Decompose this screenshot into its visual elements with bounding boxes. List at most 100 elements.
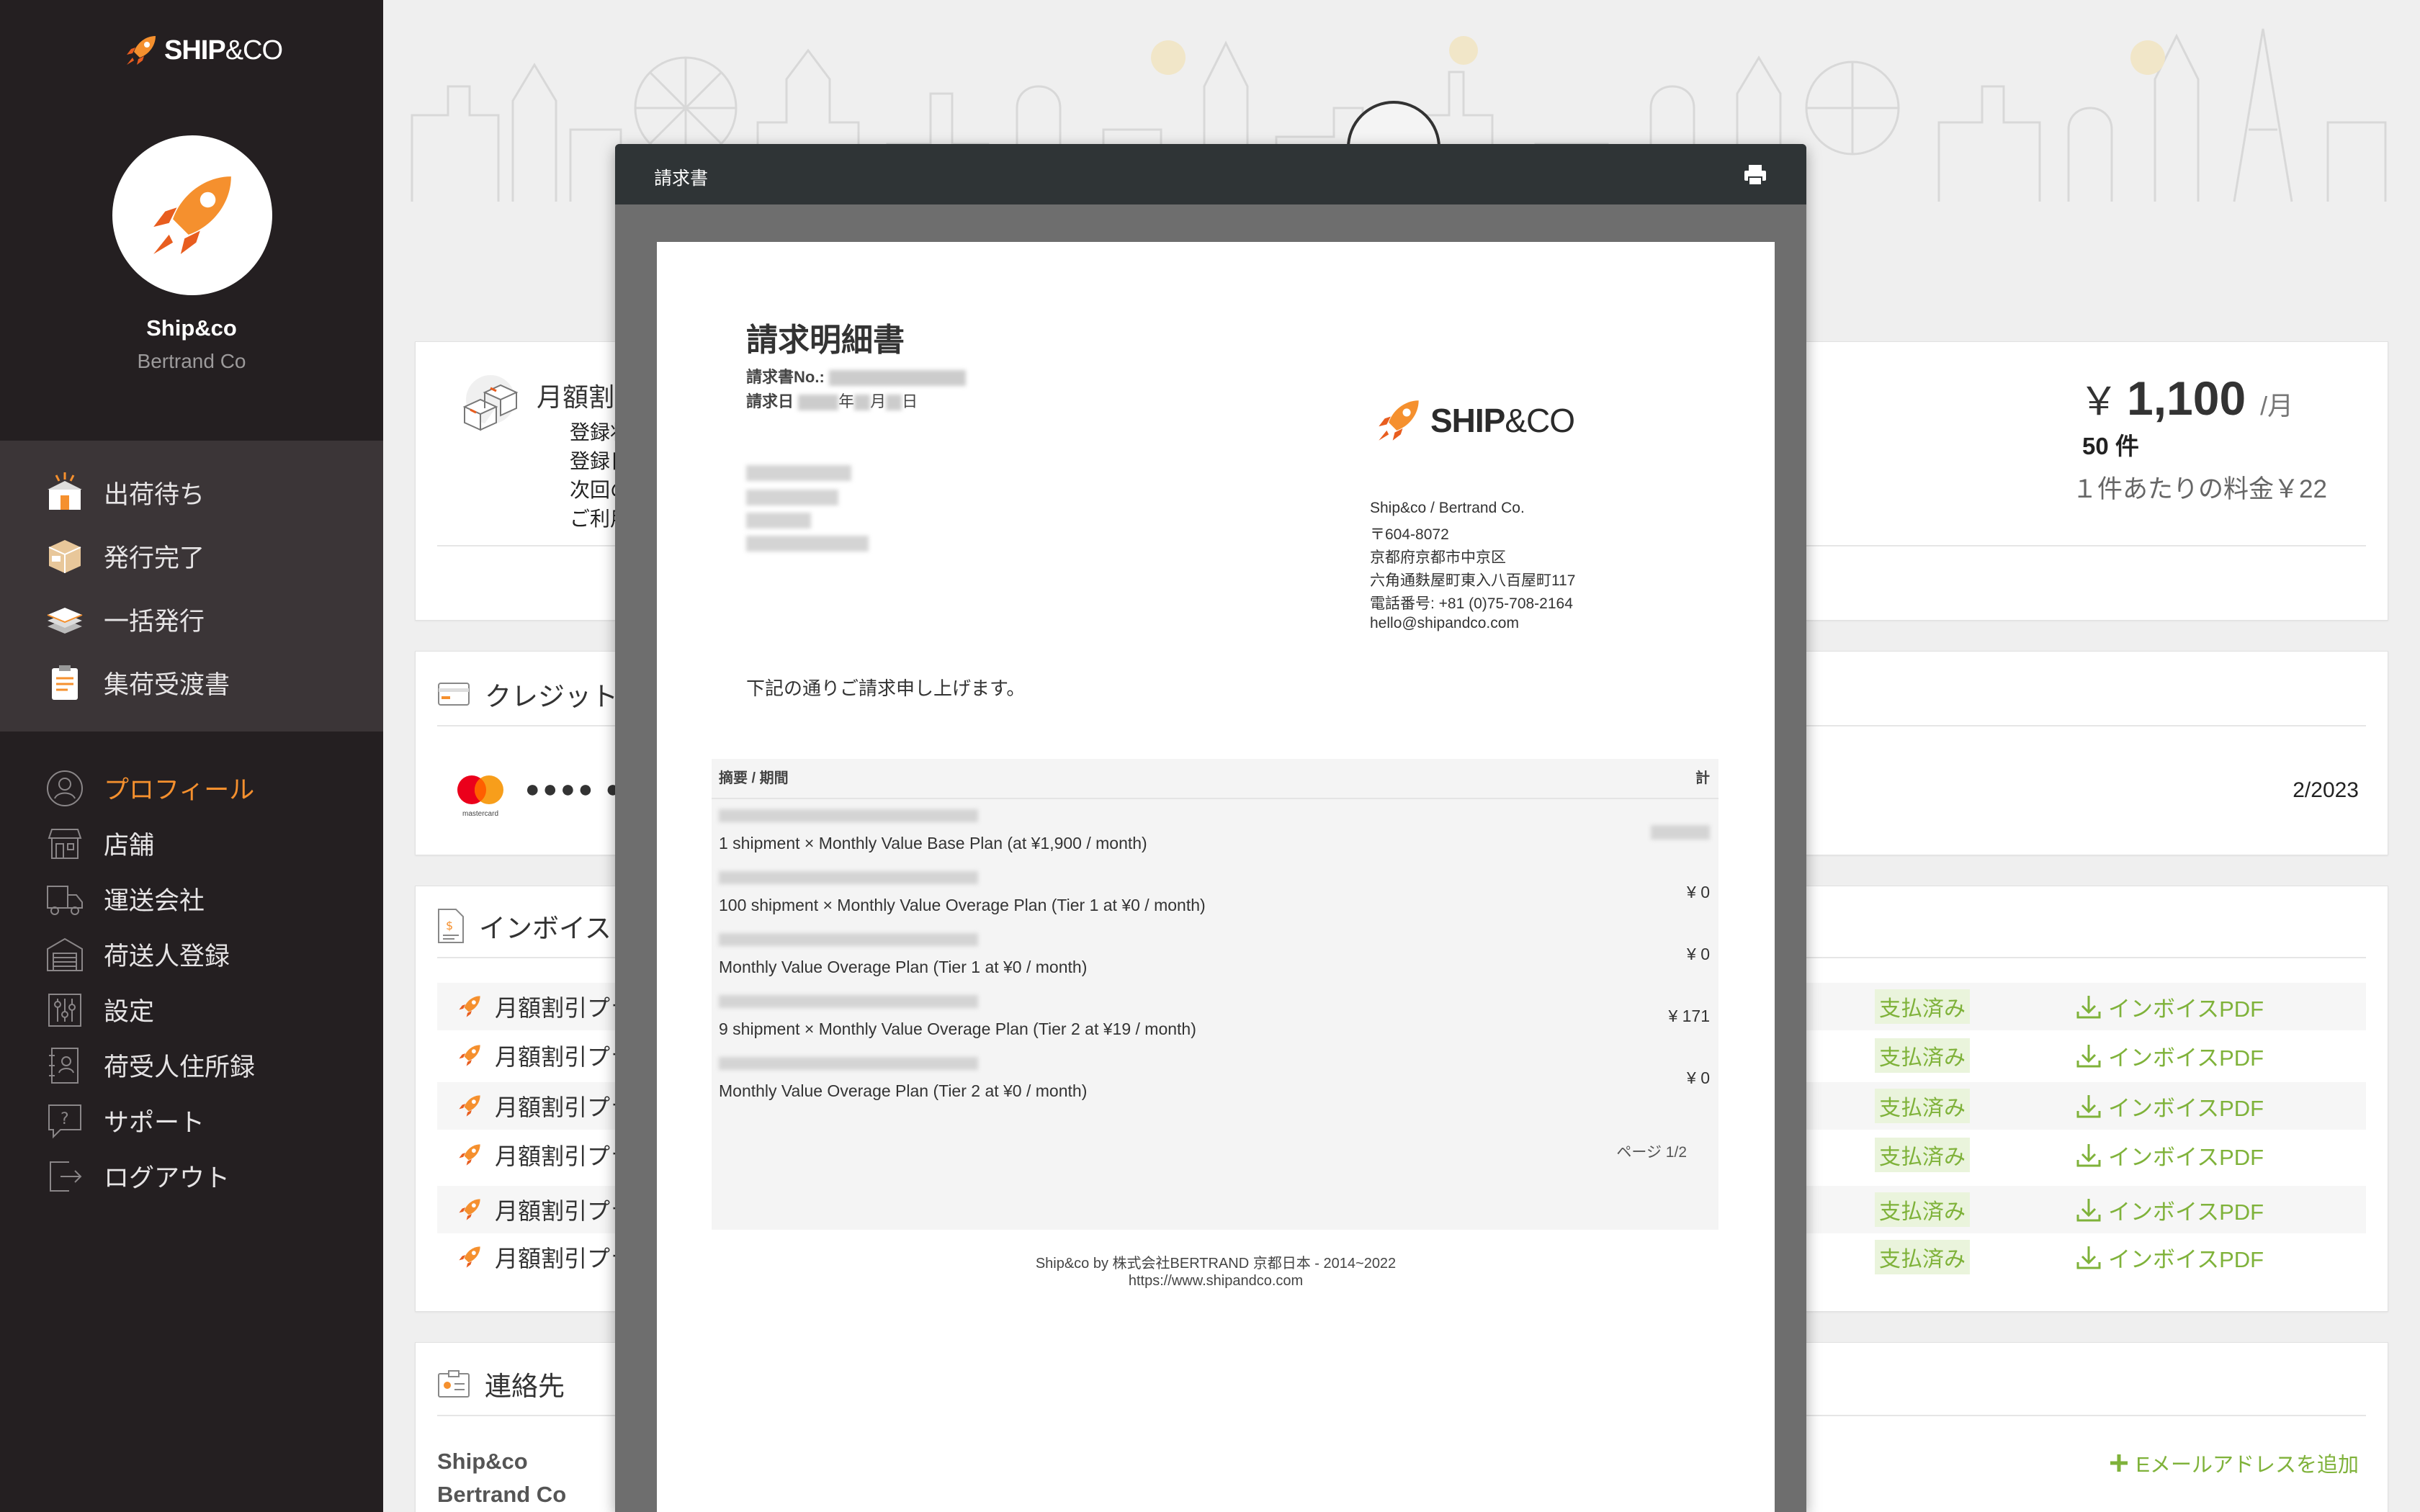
sidebar-item-label: ログアウト [104,1164,230,1192]
redacted-value [854,395,871,411]
sidebar-item-address-book[interactable]: 荷受人住所録 [0,1038,383,1093]
invoice-pdf-link[interactable]: インボイスPDF [2075,991,2264,1023]
support-icon: ? [42,1098,88,1144]
invoice-pdf-link[interactable]: インボイスPDF [2075,1194,2264,1226]
redacted-address-line [746,513,811,528]
sidebar-item-support[interactable]: ? サポート [0,1093,383,1148]
invoice-pdf-link[interactable]: インボイスPDF [2075,1040,2264,1072]
rocket-icon [459,1199,480,1220]
account-menu: プロフィール 店舗 運送会社 荷送人登録 設定 荷受人住所録 ? サポート ログ… [0,760,383,1204]
shipment-box-icon [42,469,88,516]
stack-icon [42,596,88,642]
sidebar-item-label: 集荷受渡書 [104,670,230,699]
avatar[interactable] [112,135,272,295]
invoice-name: 月額割引プラ [495,1143,634,1169]
price-amount: 1,100 [2127,372,2246,425]
add-email-button[interactable]: Eメールアドレスを追加 [2109,1448,2359,1478]
redacted-address-line [746,490,838,505]
sidebar-item-label: 出荷待ち [104,480,205,509]
plan-title: 月額割 [537,382,615,412]
invoice-pdf-label: インボイスPDF [2108,1095,2264,1121]
sidebar-item-settings[interactable]: 設定 [0,982,383,1038]
sidebar-item-label: 設定 [104,998,155,1026]
sidebar-item-pickup[interactable]: 集荷受渡書 [0,651,383,714]
svg-text:?: ? [60,1110,69,1128]
address-line: 電話番号: +81 (0)75-708-2164 [1370,595,1573,612]
mastercard-logo-icon: mastercard [457,775,503,818]
line-item-description: Monthly Value Overage Plan (Tier 1 at ¥0… [719,958,1088,976]
address-line: 六角通麩屋町東入八百屋町117 [1370,572,1576,589]
rocket-icon [459,1246,480,1268]
invoice-pdf-link[interactable]: インボイスPDF [2075,1090,2264,1122]
plan-price: ￥ 1,100 /月 [2079,369,2293,426]
mastercard-text: mastercard [462,810,498,818]
line-item-amount: ¥ 0 [1687,883,1710,901]
modal-header: 請求書 [615,144,1806,204]
user-company: Bertrand Co [137,350,246,372]
rocket-icon [459,1095,480,1117]
invoice-pdf-link[interactable]: インボイスPDF [2075,1139,2264,1171]
sidebar-item-label: 店舗 [104,832,155,860]
contact-company: Bertrand Co [437,1482,567,1507]
document-heading: 請求明細書 [746,323,905,358]
paid-badge: 支払済み [1875,1138,1970,1172]
shipping-menu: 出荷待ち 発行完了 一括発行 集荷受渡書 [0,441,383,732]
divider [712,798,1718,799]
credit-card-title: クレジット [485,682,618,711]
address-line: Ship&co / Bertrand Co. [1370,500,1525,516]
redacted-address-line [746,536,869,552]
address-line: 京都府京都市中京区 [1370,549,1506,566]
invoice-pdf-label: インボイスPDF [2108,1246,2264,1272]
sidebar-item-shippers[interactable]: 荷送人登録 [0,927,383,982]
redacted-amount [1651,825,1710,840]
logout-icon [42,1153,88,1200]
modal-title: 請求書 [654,168,709,189]
rocket-icon [459,1045,480,1066]
sidebar-item-bulk[interactable]: 一括発行 [0,588,383,651]
document-logo: SHIP&CO [1373,395,1575,446]
card-expiry: 2/2023 [2293,778,2359,802]
rocket-logo-icon [127,36,156,65]
invoice-date: 請求日 年月日 [746,389,918,412]
invoice-pdf-label: インボイスPDF [2108,1144,2264,1170]
invoice-document: 請求明細書 請求書No.: 請求日 年月日 SHIP&CO Ship&co / … [657,242,1775,1512]
invoice-name: 月額割引プラ [495,1094,634,1120]
invoice-number: 請求書No.: [746,364,966,387]
invoice-modal: 請求書 請求明細書 請求書No.: 請求日 年月日 SHIP&CO Ship&c… [615,144,1806,1512]
sidebar-item-carriers[interactable]: 運送会社 [0,871,383,927]
address-line: hello@shipandco.com [1370,615,1519,631]
shipandco-logo[interactable]: SHIP&CO [122,32,283,69]
sidebar-item-label: 荷送人登録 [104,942,230,971]
store-icon [42,821,88,867]
sidebar-item-profile[interactable]: プロフィール [0,760,383,816]
redacted-value [798,395,839,411]
print-icon[interactable] [1743,163,1767,187]
price-symbol: ￥ [2079,380,2118,423]
invoice-name: 月額割引プラ [495,1246,634,1272]
sidebar-item-issued[interactable]: 発行完了 [0,524,383,588]
sidebar-item-label: サポート [104,1109,205,1137]
plus-icon [2110,1454,2128,1472]
invoice-pdf-link[interactable]: インボイスPDF [2075,1241,2264,1274]
sidebar-item-logout[interactable]: ログアウト [0,1148,383,1204]
profile-icon [42,765,88,811]
invoice-intro: 下記の通りご請求申し上げます。 [746,678,1026,699]
sidebar-item-stores[interactable]: 店舗 [0,816,383,871]
brand-main: SHIP [1430,402,1505,439]
document-footer-url: https://www.shipandco.com [1128,1273,1304,1289]
redacted-period [719,995,978,1008]
contact-title: 連絡先 [485,1372,565,1401]
document-footer: Ship&co by 株式会社BERTRAND 京都日本 - 2014~2022 [1035,1256,1397,1272]
invoice-document-icon: $ [438,909,464,943]
sidebar-item-label: 一括発行 [104,607,205,636]
column-description: 摘要 / 期間 [719,770,789,786]
paid-badge: 支払済み [1875,1089,1970,1123]
price-period: /月 [2260,391,2294,420]
sidebar-item-label: プロフィール [104,776,255,804]
paid-badge: 支払済み [1875,1240,1970,1274]
download-icon [2076,1144,2101,1167]
credit-card-icon [438,683,470,706]
invoices-header: $ インボイス [437,906,611,945]
sidebar-item-pending[interactable]: 出荷待ち [0,461,383,524]
paid-badge: 支払済み [1875,1192,1970,1227]
